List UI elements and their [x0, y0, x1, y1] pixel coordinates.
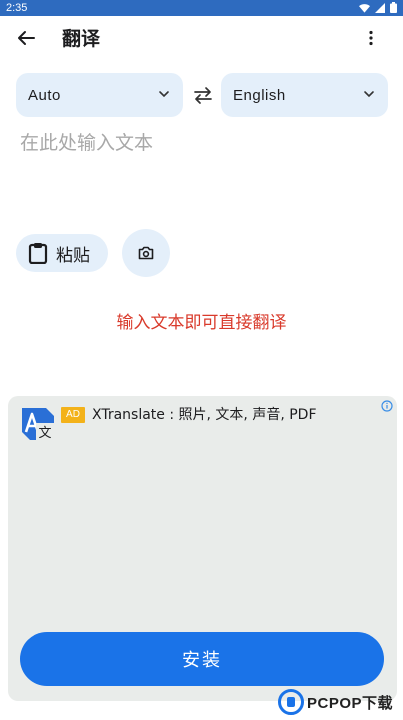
page-title: 翻译	[62, 28, 101, 50]
more-vert-icon[interactable]	[361, 28, 381, 48]
swap-icon[interactable]	[192, 84, 214, 106]
install-button[interactable]: 安装	[20, 632, 384, 686]
target-language-select[interactable]: English	[221, 73, 388, 117]
status-time: 2:35	[6, 2, 28, 14]
status-icons	[359, 2, 397, 13]
paste-button[interactable]: 粘贴	[16, 234, 108, 272]
paste-button-label: 粘贴	[56, 245, 90, 266]
chevron-down-icon	[364, 91, 374, 98]
wifi-icon	[359, 3, 370, 13]
chevron-down-icon	[159, 91, 169, 98]
source-language-select[interactable]: Auto	[16, 73, 183, 117]
info-icon[interactable]	[381, 400, 393, 412]
watermark-text: PCPOP下载	[307, 694, 394, 712]
ad-badge: AD	[61, 407, 85, 423]
camera-button[interactable]	[122, 229, 170, 277]
clipboard-icon	[28, 243, 48, 264]
ad-card[interactable]: 文 AD XTranslate : 照片, 文本, 声音, PDF 安装	[8, 396, 397, 701]
xtranslate-logo-icon: 文	[22, 408, 54, 441]
target-language-label: English	[233, 86, 286, 104]
source-text-input[interactable]	[20, 128, 384, 218]
signal-icon	[375, 2, 385, 13]
camera-icon	[138, 246, 154, 260]
status-bar: 2:35	[0, 0, 403, 16]
source-language-label: Auto	[28, 86, 61, 104]
back-arrow-icon[interactable]	[14, 26, 38, 50]
battery-icon	[390, 2, 397, 13]
ad-title[interactable]: XTranslate : 照片, 文本, 声音, PDF	[92, 404, 317, 424]
pcpop-logo-icon	[278, 689, 304, 715]
app-bar: 翻译	[0, 16, 403, 60]
watermark: PCPOP下载	[278, 684, 403, 720]
svg-text:文: 文	[38, 426, 51, 441]
hint-text: 输入文本即可直接翻译	[116, 313, 287, 333]
